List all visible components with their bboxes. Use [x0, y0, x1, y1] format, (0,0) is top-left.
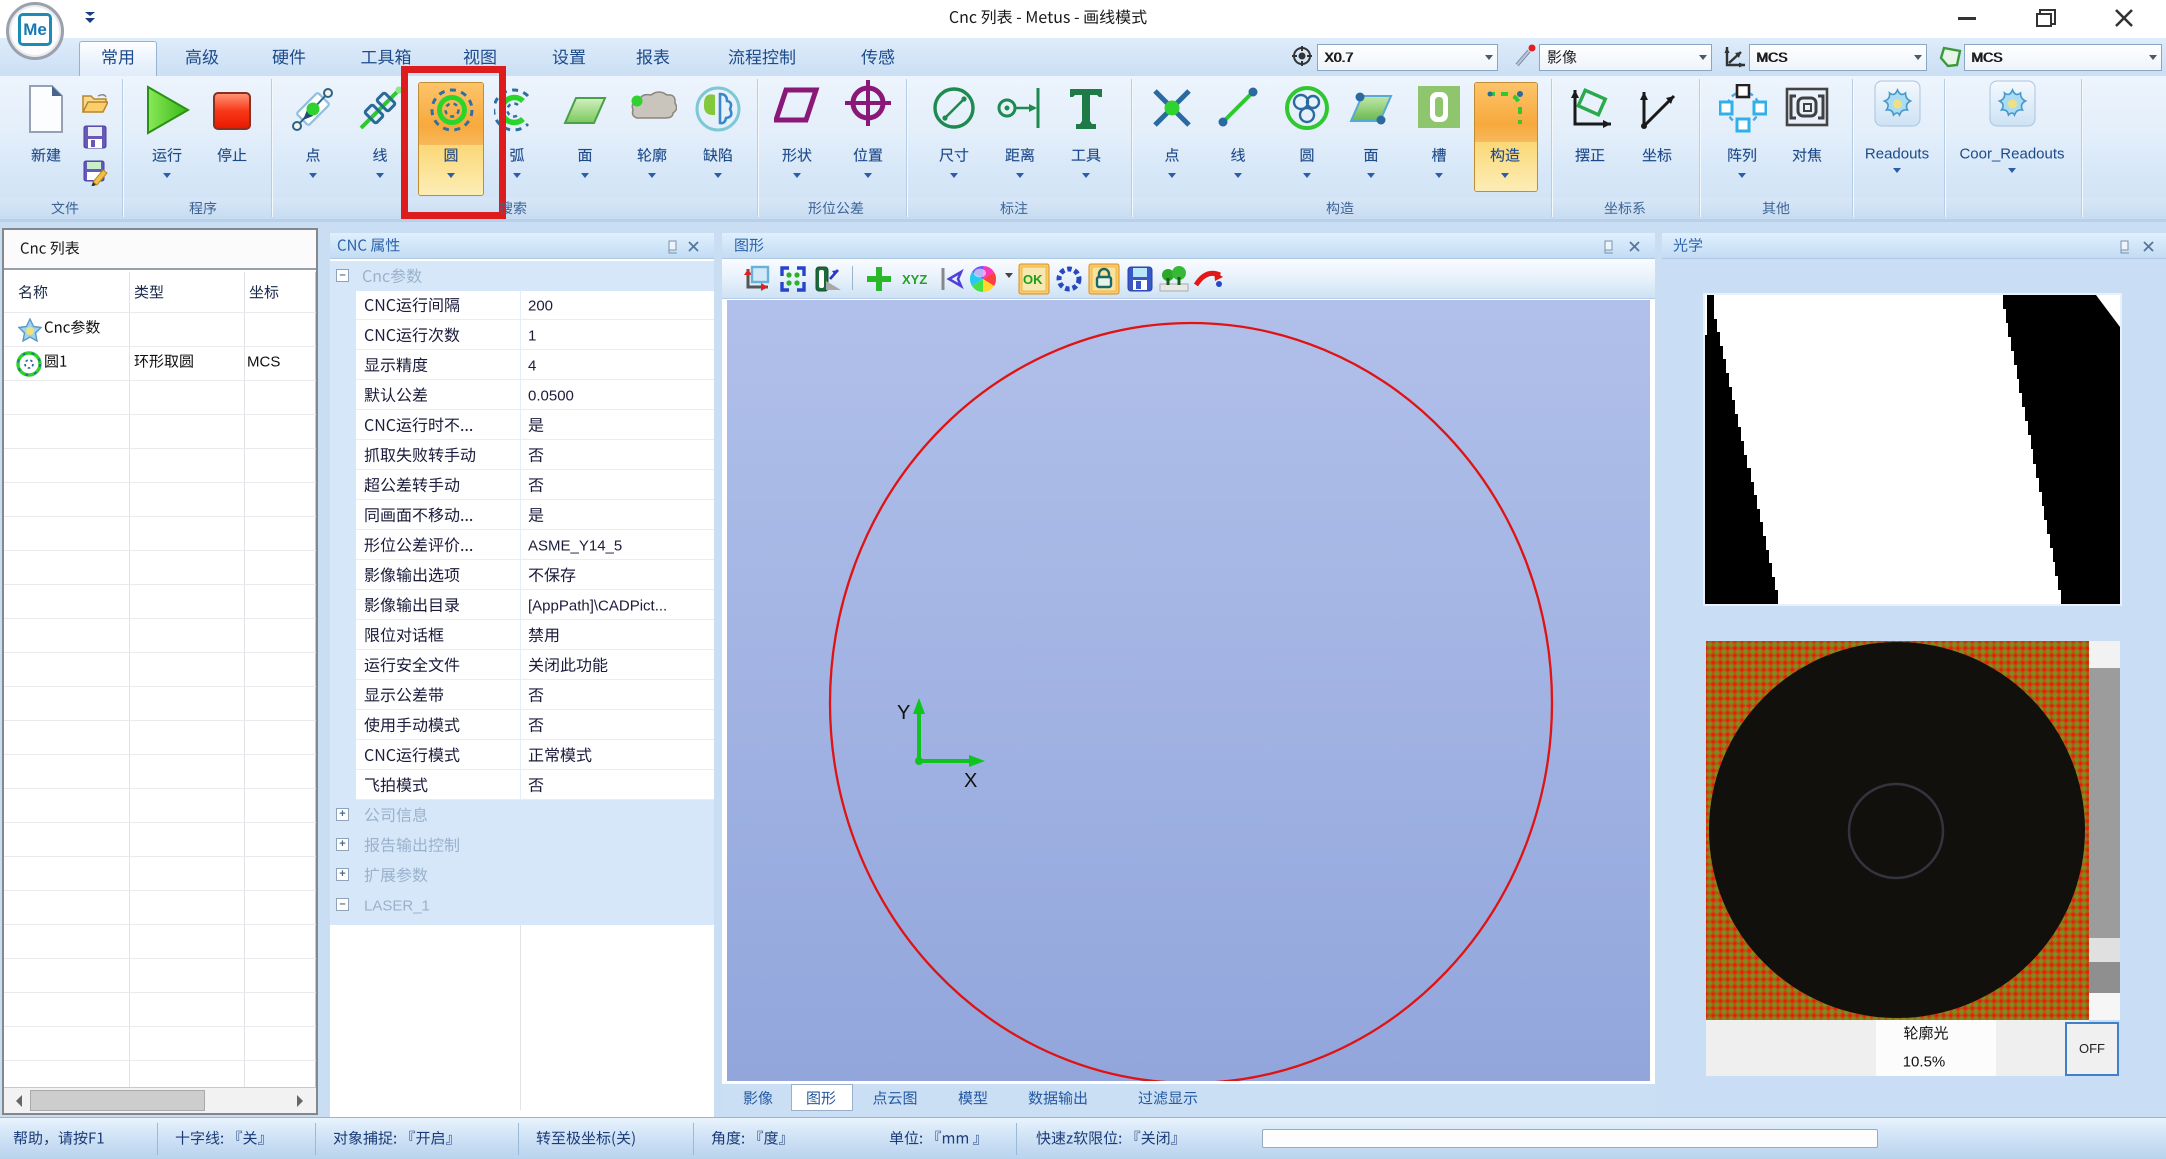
svg-text:Y: Y — [897, 702, 910, 724]
svg-text:OK: OK — [1023, 272, 1043, 287]
svg-text:X: X — [964, 770, 977, 792]
svg-text:XYZ: XYZ — [902, 272, 927, 287]
